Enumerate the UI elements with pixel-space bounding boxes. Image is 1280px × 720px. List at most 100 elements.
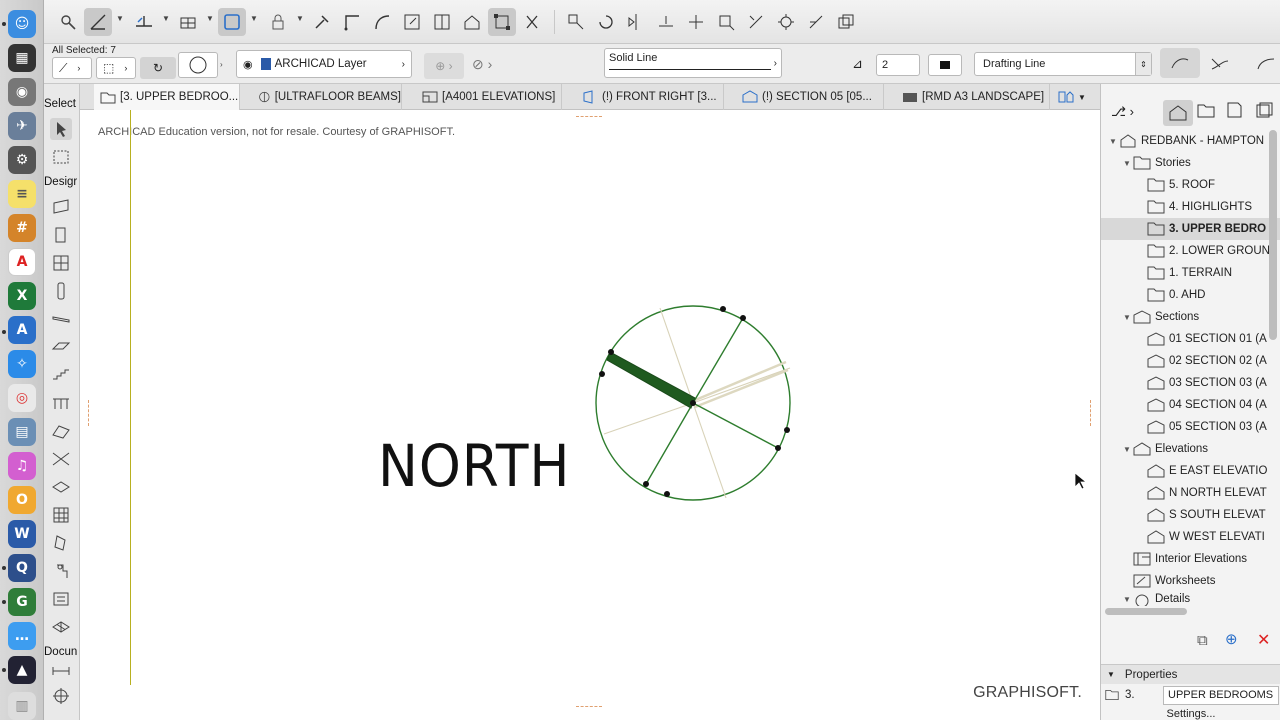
tree-section-item[interactable]: 04 SECTION 04 (A [1147, 394, 1280, 416]
finder-icon[interactable]: ☺ [8, 10, 36, 38]
three-point-arc-icon[interactable] [1254, 54, 1278, 74]
zone-tool-icon[interactable] [50, 588, 72, 610]
resize-icon[interactable] [398, 8, 426, 36]
arc-geometry-icon[interactable] [1160, 48, 1200, 78]
line-category-selector[interactable]: Drafting Line ⇕ [974, 52, 1152, 76]
window-icon[interactable] [832, 8, 860, 36]
trash-icon[interactable]: ▥ [8, 692, 36, 720]
tab-ultrafloor-beams[interactable]: [ULTRAFLOOR BEAMS] [252, 84, 402, 110]
floor-plan-canvas[interactable]: ARCHICAD Education version, not for resa… [80, 110, 1100, 720]
tree-section-item[interactable]: 03 SECTION 03 (A [1147, 372, 1280, 394]
word-icon[interactable]: W [8, 520, 36, 548]
calculator-icon[interactable]: # [8, 214, 36, 242]
trim-icon[interactable] [518, 8, 546, 36]
tree-elevation-item[interactable]: W WEST ELEVATI [1147, 526, 1280, 548]
system-preferences-icon[interactable]: ⚙ [8, 146, 36, 174]
chevron-down-icon[interactable]: ▼ [1078, 93, 1086, 102]
tree-sections[interactable]: ▼ Sections [1123, 306, 1280, 328]
itunes-icon[interactable]: ♫ [8, 452, 36, 480]
element-select-icon[interactable] [488, 8, 516, 36]
tree-section-item[interactable]: 05 SECTION 03 (A [1147, 416, 1280, 438]
pen-color-swatch[interactable] [928, 54, 962, 76]
property-name-field[interactable]: UPPER BEDROOMS [1163, 686, 1279, 705]
grid-snap-icon[interactable] [174, 8, 202, 36]
slab-tool-icon[interactable] [50, 336, 72, 358]
rotate-icon[interactable]: ↻ [140, 57, 176, 79]
dropdown-arrow-icon[interactable]: › [220, 60, 223, 69]
tree-worksheets[interactable]: Worksheets [1133, 570, 1280, 592]
preview-icon[interactable]: ▤ [8, 418, 36, 446]
door-tool-icon[interactable] [50, 224, 72, 246]
tree-elevations[interactable]: ▼ Elevations [1123, 438, 1280, 460]
tab-upper-bedrooms[interactable]: [3. UPPER BEDROO... [94, 84, 240, 110]
pen-color-button[interactable]: ⊕ › [424, 53, 464, 79]
layout-book-icon[interactable] [1225, 102, 1245, 124]
tree-elevation-item[interactable]: N NORTH ELEVAT [1147, 482, 1280, 504]
tab-overflow-menu[interactable]: ▼ [1052, 84, 1100, 110]
dimension-tool-icon[interactable] [50, 660, 72, 682]
dropdown-arrow-icon[interactable]: ▼ [162, 14, 170, 23]
tree-stories[interactable]: ▼ Stories [1123, 152, 1280, 174]
tree-section-item[interactable]: 02 SECTION 02 (A [1147, 350, 1280, 372]
dropdown-arrow-icon[interactable]: ▼ [206, 14, 214, 23]
dropdown-arrow-icon[interactable]: ▼ [250, 14, 258, 23]
line-type-selector[interactable]: Solid Line › [604, 48, 782, 78]
tab-a4001-elevations[interactable]: [A4001 ELEVATIONS] [416, 84, 562, 110]
excel-icon[interactable]: X [8, 282, 36, 310]
lock-icon[interactable] [264, 8, 292, 36]
properties-header[interactable]: ▼ Properties [1101, 664, 1280, 684]
multiply-icon[interactable] [742, 8, 770, 36]
curve-icon[interactable] [368, 8, 396, 36]
eye-icon[interactable]: ◉ [243, 58, 253, 71]
column-tool-icon[interactable] [50, 280, 72, 302]
roof-icon[interactable] [458, 8, 486, 36]
archicad-icon[interactable]: A [8, 316, 36, 344]
notes-icon[interactable]: ≡ [8, 180, 36, 208]
delete-icon[interactable]: ✕ [1257, 630, 1270, 650]
tree-elevation-item[interactable]: S SOUTH ELEVAT [1147, 504, 1280, 526]
adjust-icon[interactable] [802, 8, 830, 36]
tree-story-item[interactable]: 1. TERRAIN [1147, 262, 1280, 284]
roof-tool-icon[interactable] [50, 420, 72, 442]
quicktime-icon[interactable]: Q [8, 554, 36, 582]
tree-details[interactable]: ▼ Details [1123, 592, 1280, 606]
safari-icon[interactable]: ✧ [8, 350, 36, 378]
drag-icon[interactable] [562, 8, 590, 36]
horizontal-scrollbar[interactable] [1105, 608, 1187, 615]
tab-rmd-a3-landscape[interactable]: [RMD A3 LANDSCAPE] [896, 84, 1050, 110]
chevron-down-icon[interactable]: ▼ [1107, 670, 1115, 679]
pick-up-icon[interactable] [308, 8, 336, 36]
elevate-icon[interactable] [652, 8, 680, 36]
view-map-icon[interactable] [1197, 102, 1217, 124]
mesh-tool-icon[interactable] [50, 616, 72, 638]
tree-interior-elevations[interactable]: Interior Elevations [1133, 548, 1280, 570]
settings-button[interactable]: Settings... [1101, 708, 1280, 720]
railing-tool-icon[interactable] [50, 392, 72, 414]
curtain-wall-tool-icon[interactable] [50, 504, 72, 526]
acrobat-icon[interactable]: A [8, 248, 36, 276]
snap-guides-icon[interactable] [130, 8, 158, 36]
tree-section-item[interactable]: 01 SECTION 01 (A [1147, 328, 1280, 350]
tree-elevation-item[interactable]: E EAST ELEVATIO [1147, 460, 1280, 482]
resize-scale-icon[interactable] [712, 8, 740, 36]
line-style-icon[interactable]: ⊘ › [472, 56, 492, 73]
morph-tool-icon[interactable] [50, 532, 72, 554]
dropdown-arrow-icon[interactable]: ▼ [296, 14, 304, 23]
shell-tool-icon[interactable] [50, 448, 72, 470]
dropdown-arrow-icon[interactable]: ▼ [116, 14, 124, 23]
mirror-icon[interactable] [622, 8, 650, 36]
beam-tool-icon[interactable] [50, 308, 72, 330]
tree-story-item[interactable]: 4. HIGHLIGHTS [1147, 196, 1280, 218]
tangent-arc-icon[interactable] [1208, 54, 1232, 74]
onenote-icon[interactable]: O [8, 486, 36, 514]
wall-tool-icon[interactable] [50, 196, 72, 218]
tab-section-05[interactable]: (!) SECTION 05 [05... [736, 84, 884, 110]
object-tool-icon[interactable] [50, 560, 72, 582]
tree-project-root[interactable]: ▼ REDBANK - HAMPTON [1109, 130, 1280, 152]
split-icon[interactable] [428, 8, 456, 36]
selection-method-button[interactable]: ⬚ › [96, 57, 136, 79]
stair-tool-icon[interactable] [50, 364, 72, 386]
tree-story-item-selected[interactable]: 3. UPPER BEDRO [1101, 218, 1280, 240]
rotate-icon[interactable] [592, 8, 620, 36]
guide-line-icon[interactable] [84, 8, 112, 36]
